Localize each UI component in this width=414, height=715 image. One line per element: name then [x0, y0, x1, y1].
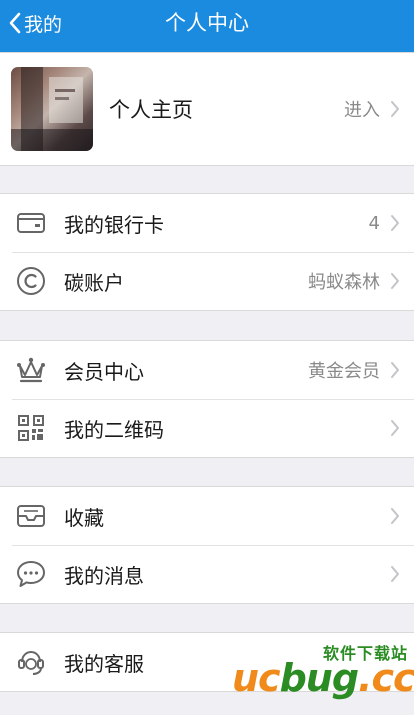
watermark-logo-part-2: bug — [279, 656, 359, 700]
chat-bubble-icon — [17, 561, 45, 587]
copyright-c-icon — [17, 267, 45, 295]
chevron-right-icon — [391, 362, 399, 378]
accounts-group: 我的银行卡 4 碳账户 蚂蚁森林 — [0, 193, 414, 311]
content-group: 收藏 我的消息 — [0, 486, 414, 604]
watermark-logo-part-3: .cc — [358, 656, 414, 700]
carbon-account-value: 蚂蚁森林 — [308, 272, 380, 293]
watermark-logo: ucbug.cc — [232, 656, 414, 700]
member-level-value: 黄金会员 — [308, 361, 380, 382]
chevron-right-icon — [391, 101, 399, 117]
page-title: 个人中心 — [165, 11, 249, 35]
qr-code-icon — [18, 415, 44, 441]
headset-icon — [18, 650, 44, 675]
chevron-right-icon — [391, 420, 399, 436]
favorites-row[interactable]: 收藏 — [0, 487, 414, 545]
profile-group: 个人主页 进入 — [0, 52, 414, 166]
bank-card-count: 4 — [368, 212, 380, 234]
chevron-left-icon — [9, 12, 21, 34]
back-button-label: 我的 — [24, 13, 63, 36]
messages-label: 我的消息 — [64, 563, 144, 588]
chevron-right-icon — [391, 215, 399, 231]
inbox-tray-icon — [17, 505, 45, 527]
member-center-label: 会员中心 — [64, 359, 144, 384]
chevron-right-icon — [391, 508, 399, 524]
messages-row[interactable]: 我的消息 — [0, 545, 414, 603]
back-button[interactable]: 我的 — [8, 0, 62, 46]
profile-homepage-row[interactable]: 个人主页 进入 — [0, 53, 414, 165]
watermark-logo-part-1: uc — [232, 656, 281, 700]
bank-card-label: 我的银行卡 — [64, 212, 164, 237]
navigation-bar: 我的 个人中心 — [0, 0, 414, 52]
qr-code-label: 我的二维码 — [64, 417, 164, 442]
carbon-account-row[interactable]: 碳账户 蚂蚁森林 — [0, 252, 414, 310]
bank-card-row[interactable]: 我的银行卡 4 — [0, 194, 414, 252]
crown-icon — [17, 357, 45, 383]
membership-group: 会员中心 黄金会员 我的二维码 — [0, 340, 414, 458]
profile-label: 个人主页 — [109, 98, 193, 122]
carbon-account-label: 碳账户 — [64, 270, 124, 295]
profile-value: 进入 — [344, 100, 380, 121]
member-center-row[interactable]: 会员中心 黄金会员 — [0, 341, 414, 399]
chevron-right-icon — [391, 566, 399, 582]
chevron-right-icon — [391, 273, 399, 289]
favorites-label: 收藏 — [64, 505, 104, 530]
bank-card-icon — [17, 213, 45, 233]
site-watermark: 软件下载站 ucbug.cc — [226, 636, 414, 712]
avatar — [11, 67, 93, 151]
qr-code-row[interactable]: 我的二维码 — [0, 399, 414, 457]
